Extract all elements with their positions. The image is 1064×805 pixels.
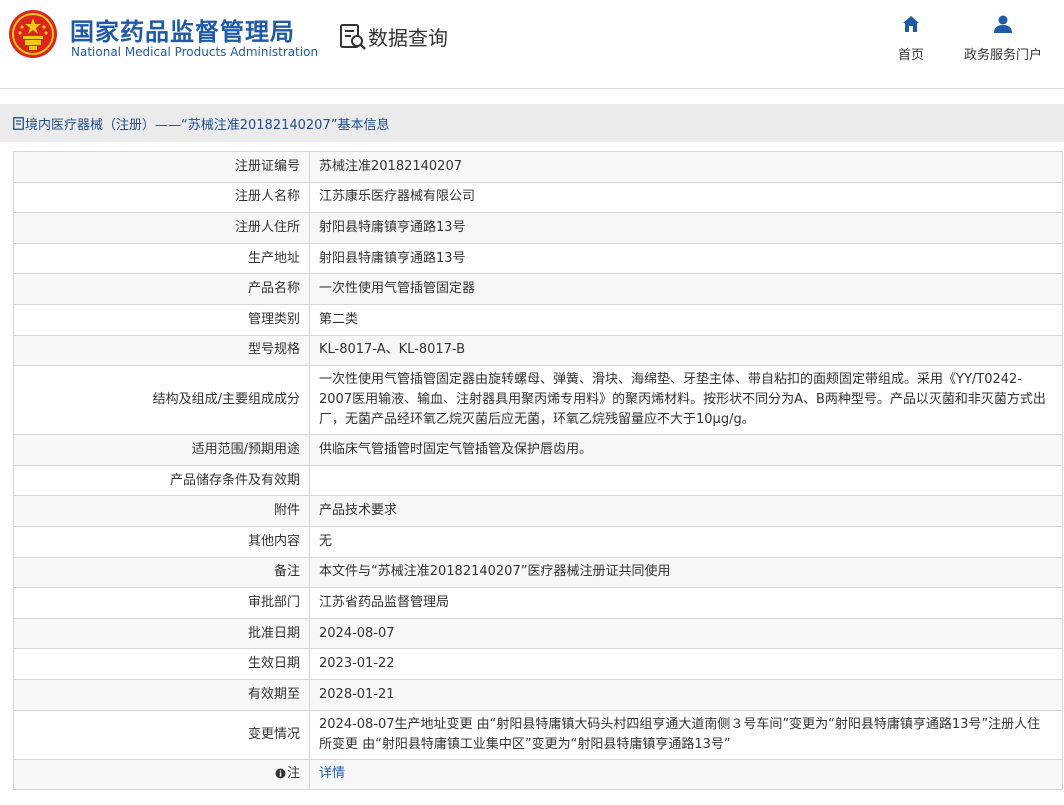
field-label: 备注 (13, 556, 310, 589)
field-value: 第二类 (309, 303, 1063, 336)
nav-gov-service-portal[interactable]: 政务服务门户 (958, 14, 1048, 63)
table-row: 有效期至 2028-01-21 (13, 678, 1063, 711)
data-query-label: 数据查询 (368, 26, 448, 50)
field-label: 注册人住所 (13, 212, 310, 244)
table-row: 其他内容无 (13, 525, 1063, 558)
table-row: 附件 产品技术要求 (13, 495, 1063, 527)
field-label: 注册证编号 (13, 151, 310, 183)
nav-home[interactable]: 首页 (866, 14, 956, 63)
details-link[interactable]: 详情 (319, 766, 345, 781)
breadcrumb: 境内医疗器械（注册）——“苏械注准20182140207”基本信息 (13, 114, 389, 133)
field-label: 生效日期 (13, 648, 310, 680)
site-header: 国家药品监督管理局 National Medical Products Admi… (0, 0, 1064, 88)
field-value: 产品技术要求 (309, 495, 1063, 527)
table-row: 结构及组成/主要组成成分 一次性使用气管插管固定器由旋转螺母、弹簧、滑块、海绵垫、… (13, 365, 1063, 436)
note-label-cell: 注 (13, 758, 310, 791)
field-label: 型号规格 (13, 334, 310, 367)
field-label: 生产地址 (13, 242, 310, 275)
field-value: 苏械注准20182140207 (309, 151, 1063, 183)
agency-name-cn: 国家药品监督管理局 (70, 18, 295, 46)
field-value: 2028-01-21 (309, 678, 1063, 711)
field-value: 一次性使用气管插管固定器由旋转螺母、弹簧、滑块、海绵垫、牙垫主体、带自粘扣的面颊… (309, 365, 1063, 436)
national-emblem-icon (9, 10, 57, 58)
table-row: 管理类别 第二类 (13, 303, 1063, 336)
field-value: 一次性使用气管插管固定器 (309, 273, 1063, 305)
info-icon (275, 768, 286, 779)
nav-home-label: 首页 (897, 48, 924, 63)
header-divider (0, 88, 1064, 89)
table-row: 注 详情 (13, 758, 1063, 791)
device-info-table: 注册证编号 苏械注准20182140207 注册人名称 江苏康乐医疗器械有限公司 注… (13, 151, 1063, 791)
field-value: 2023-01-22 (309, 648, 1063, 680)
home-icon (903, 16, 919, 32)
table-row: 备注 本文件与“苏械注准20182140207”医疗器械注册证共同使用 (13, 556, 1063, 589)
nav-gov-label: 政务服务门户 (963, 48, 1042, 63)
table-row: 注册人住所 射阳县特庸镇亨通路13号 (13, 212, 1063, 244)
field-value: 2024-08-07生产地址变更 由“射阳县特庸镇大码头村四组亨通大道南侧３号车… (309, 709, 1063, 760)
field-value: 江苏省药品监督管理局 (309, 587, 1063, 619)
field-label: 管理类别 (13, 303, 310, 336)
field-label: 有效期至 (13, 678, 310, 711)
table-row: 生效日期 2023-01-22 (13, 648, 1063, 680)
field-value: 供临床气管插管时固定气管插管及保护唇齿用。 (309, 434, 1063, 466)
field-label: 适用范围/预期用途 (13, 434, 310, 466)
breadcrumb-bar: 境内医疗器械（注册）——“苏械注准20182140207”基本信息 (0, 104, 1064, 142)
field-value: 2024-08-07 (309, 617, 1063, 650)
field-label: 批准日期 (13, 617, 310, 650)
field-value: 无 (309, 525, 1063, 558)
user-icon (994, 15, 1012, 33)
data-query-icon (340, 24, 366, 50)
field-value: 射阳县特庸镇亨通路13号 (309, 242, 1063, 275)
table-row: 注册证编号 苏械注准20182140207 (13, 151, 1063, 183)
table-row: 产品名称 一次性使用气管插管固定器 (13, 273, 1063, 305)
field-label: 附件 (13, 495, 310, 527)
note-value-cell: 详情 (309, 758, 1063, 791)
table-row: 生产地址 射阳县特庸镇亨通路13号 (13, 242, 1063, 275)
table-row: 变更情况 2024-08-07生产地址变更 由“射阳县特庸镇大码头村四组亨通大道南… (13, 709, 1063, 760)
field-value: KL-8017-A、KL-8017-B (309, 334, 1063, 367)
field-label: 产品名称 (13, 273, 310, 305)
table-row: 批准日期 2024-08-07 (13, 617, 1063, 650)
field-label: 结构及组成/主要组成成分 (13, 365, 310, 436)
field-value (309, 464, 1063, 497)
field-value: 本文件与“苏械注准20182140207”医疗器械注册证共同使用 (309, 556, 1063, 589)
field-label: 注册人名称 (13, 181, 310, 214)
table-row: 产品储存条件及有效期 (13, 464, 1063, 497)
field-value: 射阳县特庸镇亨通路13号 (309, 212, 1063, 244)
table-row: 审批部门 江苏省药品监督管理局 (13, 587, 1063, 619)
table-row: 适用范围/预期用途 供临床气管插管时固定气管插管及保护唇齿用。 (13, 434, 1063, 466)
table-row: 注册人名称 江苏康乐医疗器械有限公司 (13, 181, 1063, 214)
field-label: 审批部门 (13, 587, 310, 619)
field-label: 产品储存条件及有效期 (13, 464, 310, 497)
field-value: 江苏康乐医疗器械有限公司 (309, 181, 1063, 214)
agency-name-en: National Medical Products Administration (71, 45, 319, 59)
field-label: 变更情况 (13, 709, 310, 760)
table-row: 型号规格 KL-8017-A、KL-8017-B (13, 334, 1063, 367)
field-label: 其他内容 (13, 525, 310, 558)
breadcrumb-text: 境内医疗器械（注册）——“苏械注准20182140207”基本信息 (25, 118, 390, 133)
note-label: 注 (286, 766, 300, 782)
document-icon (13, 117, 24, 130)
